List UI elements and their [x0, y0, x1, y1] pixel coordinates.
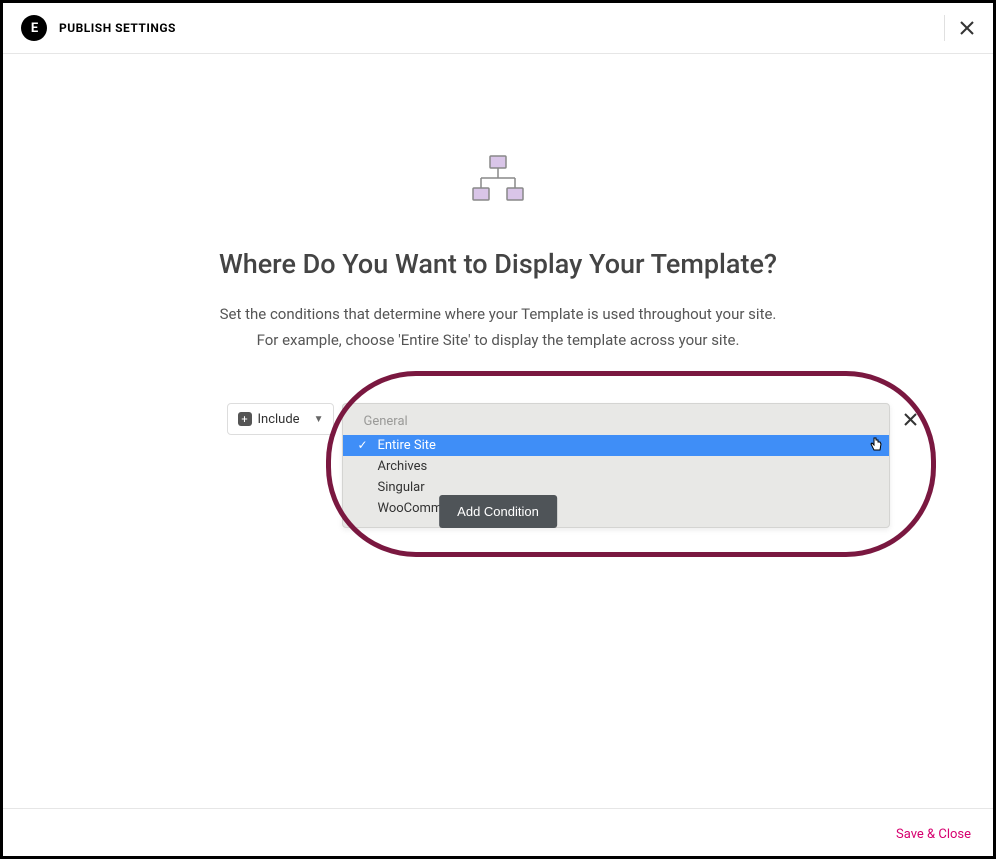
logo-text: E	[31, 21, 37, 36]
dropdown-option-entire-site[interactable]: Entire Site	[343, 435, 889, 456]
plus-icon: +	[238, 412, 252, 426]
page-description: Set the conditions that determine where …	[3, 302, 993, 353]
option-label: Entire Site	[377, 438, 435, 453]
location-dropdown[interactable]: General Entire Site Archives Singular Wo…	[342, 403, 890, 528]
dropdown-option-woocommerce[interactable]: WooCommerce	[343, 498, 889, 519]
modal-footer: Save & Close	[3, 808, 993, 856]
cursor-hand-icon	[869, 437, 883, 457]
modal-content: Where Do You Want to Display Your Templa…	[3, 54, 993, 528]
include-exclude-select[interactable]: + Include ▼	[227, 403, 335, 435]
description-line-1: Set the conditions that determine where …	[3, 302, 993, 328]
save-close-button[interactable]: Save & Close	[896, 827, 971, 842]
add-condition-button[interactable]: Add Condition	[439, 495, 557, 528]
modal-title: PUBLISH SETTINGS	[59, 21, 176, 35]
dropdown-group-label: General	[343, 410, 889, 435]
location-dropdown-container: General Entire Site Archives Singular Wo…	[342, 403, 890, 528]
dropdown-option-singular[interactable]: Singular	[343, 477, 889, 498]
hierarchy-icon	[471, 154, 525, 208]
include-label: Include	[258, 412, 300, 427]
chevron-down-icon: ▼	[314, 414, 324, 425]
elementor-logo: E	[21, 15, 47, 41]
option-label: Singular	[377, 480, 424, 495]
remove-condition-icon[interactable]	[900, 403, 921, 435]
option-label: Archives	[377, 459, 427, 474]
description-line-2: For example, choose 'Entire Site' to dis…	[3, 328, 993, 354]
close-icon[interactable]	[944, 15, 975, 41]
page-title: Where Do You Want to Display Your Templa…	[3, 248, 993, 280]
modal-header: E PUBLISH SETTINGS	[3, 3, 993, 54]
dropdown-option-archives[interactable]: Archives	[343, 456, 889, 477]
